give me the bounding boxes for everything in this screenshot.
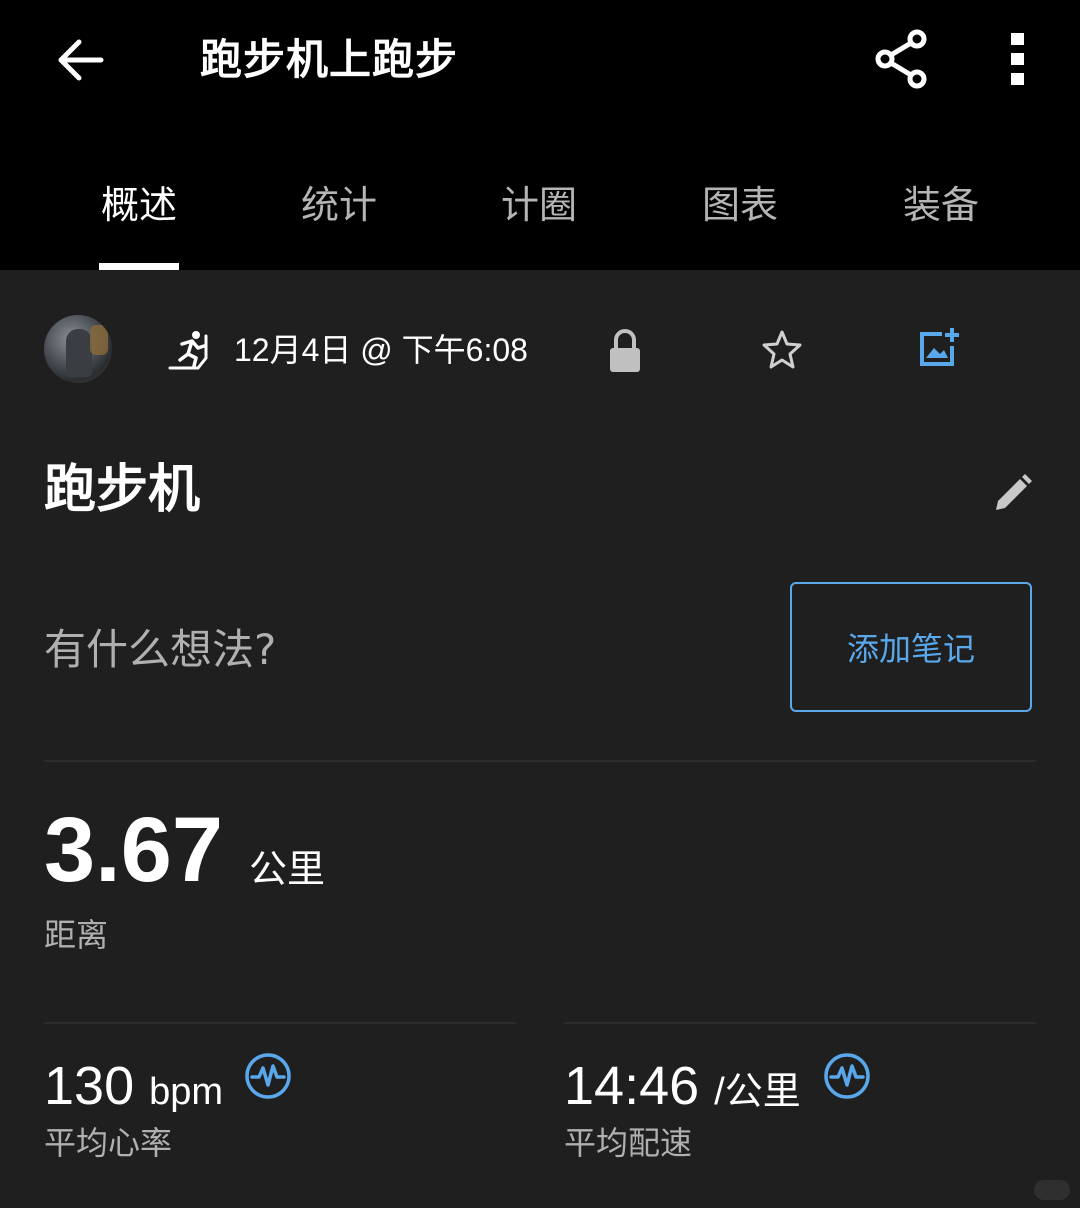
stat-unit: bpm [149, 1071, 224, 1113]
tab-charts[interactable]: 图表 [640, 180, 840, 230]
add-note-button[interactable]: 添加笔记 [790, 582, 1032, 712]
add-photo-icon[interactable] [914, 324, 962, 372]
activity-datetime: 12月4日 @ 下午6:08 [234, 332, 528, 368]
pulse-icon[interactable] [244, 1052, 292, 1100]
distance-unit: 公里 [249, 847, 326, 891]
more-options-button[interactable] [990, 26, 1046, 92]
divider [44, 760, 1036, 762]
star-outline-icon[interactable] [758, 326, 806, 374]
tab-overview[interactable]: 概述 [39, 180, 239, 230]
arrow-left-icon [58, 39, 104, 81]
treadmill-run-icon [168, 331, 208, 370]
distance-label: 距离 [44, 916, 109, 954]
pencil-icon[interactable] [988, 470, 1036, 518]
avg-pace-value: 14:46 /公里 [564, 1054, 801, 1124]
divider [44, 1022, 516, 1024]
notes-prompt[interactable]: 有什么想法? [44, 622, 276, 678]
pulse-icon[interactable] [823, 1052, 871, 1100]
tab-bar: 概述 统计 计圈 图表 装备 [0, 150, 1080, 270]
tab-laps[interactable]: 计圈 [439, 180, 639, 230]
avatar[interactable] [44, 315, 112, 383]
page-title: 跑步机上跑步 [200, 35, 459, 84]
stat-number: 14:46 [564, 1056, 700, 1116]
watermark [1034, 1180, 1070, 1200]
tab-stats[interactable]: 统计 [239, 180, 439, 230]
share-icon [875, 29, 927, 89]
share-button[interactable] [868, 26, 934, 92]
distance-value: 3.67 [44, 799, 224, 901]
active-tab-indicator [99, 263, 179, 270]
tab-gear[interactable]: 装备 [841, 180, 1041, 230]
top-bar: 跑步机上跑步 概述 统计 计圈 图表 装备 [0, 0, 1080, 270]
avg-heart-rate-value: 130 bpm [44, 1054, 223, 1124]
stat-number: 130 [44, 1056, 135, 1116]
activity-meta-row: 12月4日 @ 下午6:08 [0, 310, 1080, 390]
back-button[interactable] [48, 28, 112, 92]
lock-icon[interactable] [608, 328, 642, 374]
stat-unit: /公里 [714, 1071, 801, 1113]
more-vertical-icon [1011, 33, 1024, 85]
divider [564, 1022, 1036, 1024]
avg-pace-label: 平均配速 [564, 1124, 693, 1162]
activity-name: 跑步机 [44, 460, 201, 520]
avg-heart-rate-label: 平均心率 [44, 1124, 173, 1162]
